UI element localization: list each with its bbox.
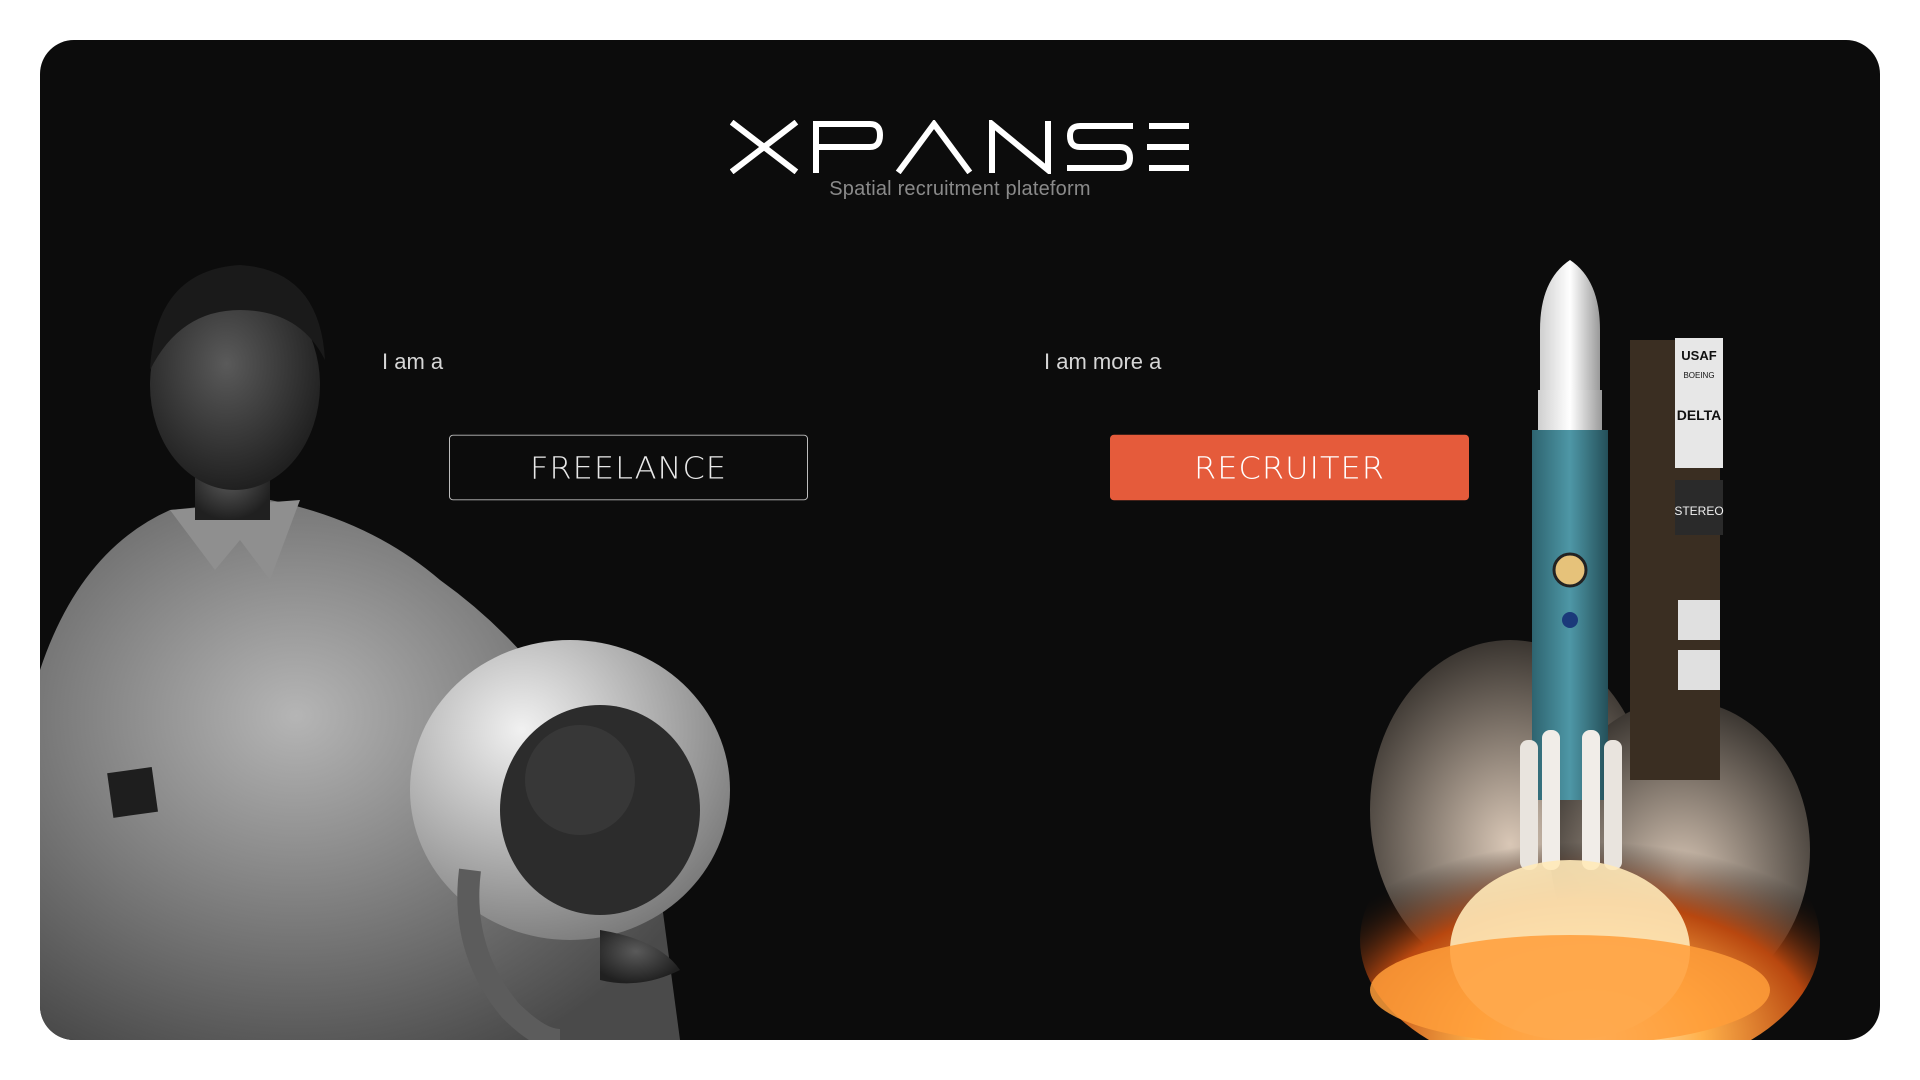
xpanse-wordmark (730, 120, 1189, 174)
brand-name: XPANSE (960, 174, 961, 175)
tower-stereo-label: STEREO (1674, 504, 1723, 518)
tower-boeing-label: BOEING (1683, 371, 1714, 380)
brand-logo: XPANSE (40, 120, 1880, 174)
recruiter-lead-text: I am more a (1044, 349, 1162, 374)
tower-delta-label: DELTA (1677, 407, 1722, 423)
landing-card: XPANSE Spatial recruitment plateform I a… (40, 40, 1880, 1040)
astronaut-image (40, 265, 730, 1040)
tagline: Spatial recruitment plateform (829, 178, 1091, 200)
tower-usaf-label: USAF (1681, 348, 1716, 363)
rocket-launch-image: STEREO USAF BOEING DELTA (1360, 260, 1820, 1040)
